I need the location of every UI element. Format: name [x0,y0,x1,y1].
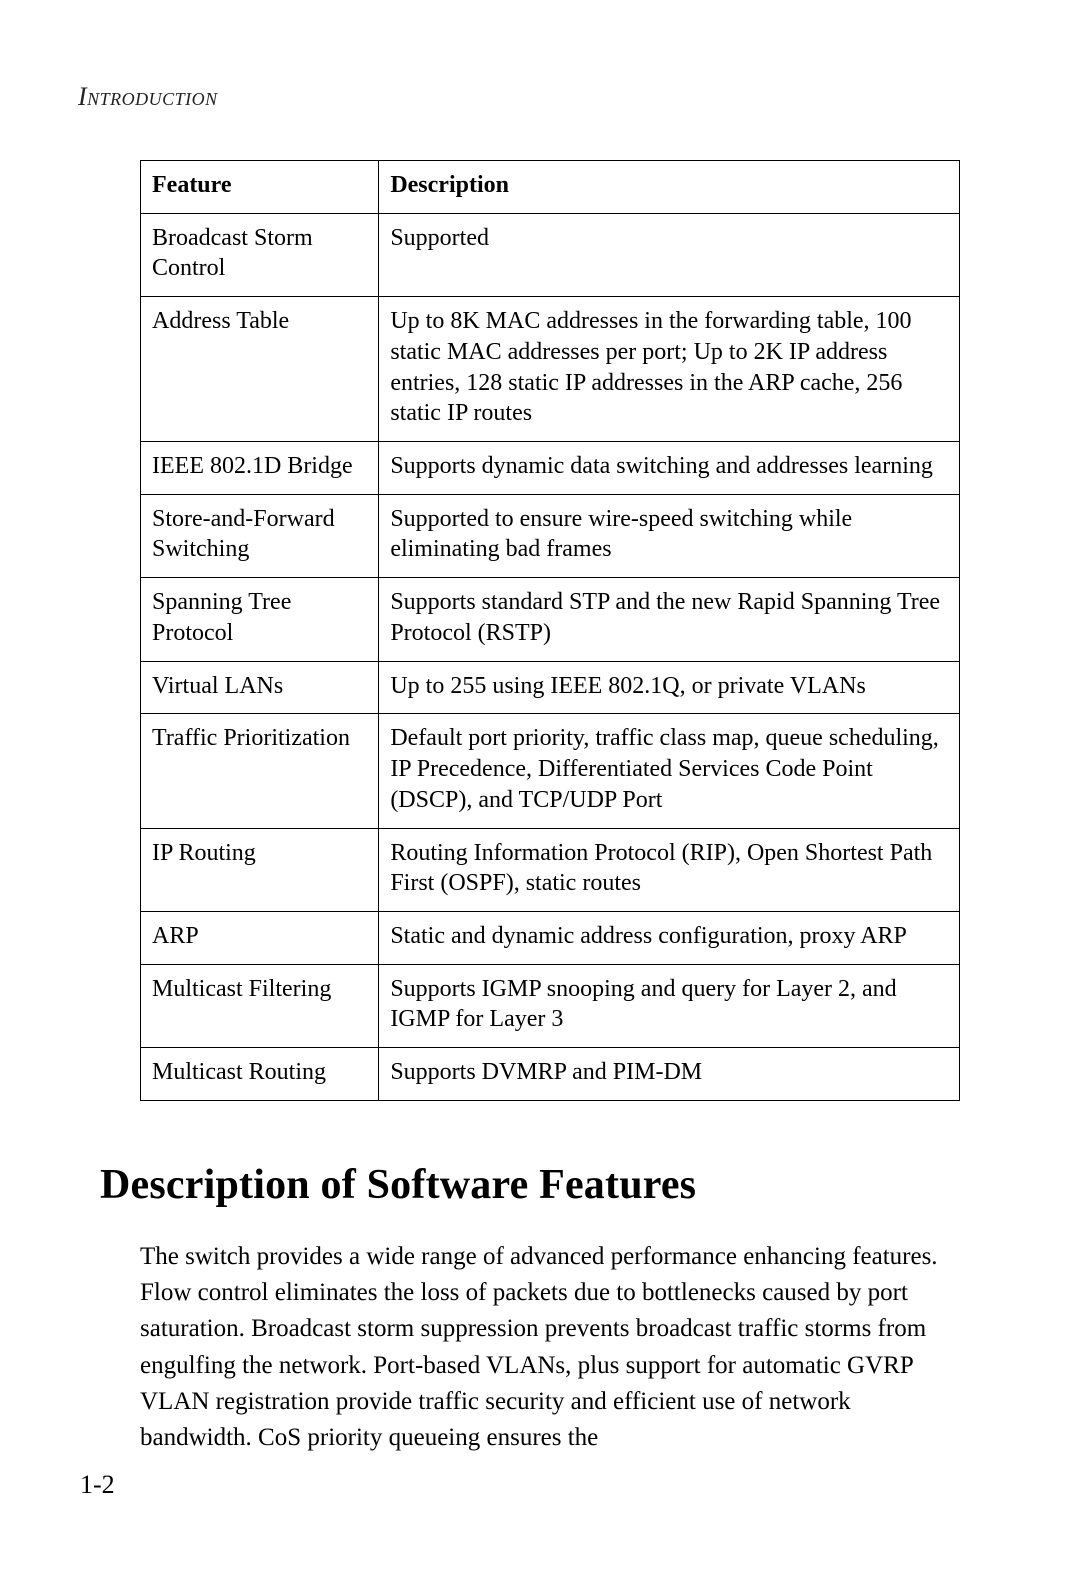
content-area: Feature Description Broadcast Storm Cont… [140,160,960,1456]
cell-description: Supports IGMP snooping and query for Lay… [379,964,960,1047]
table-row: Spanning Tree Protocol Supports standard… [141,578,960,661]
table-row: Multicast Filtering Supports IGMP snoopi… [141,964,960,1047]
cell-feature: IP Routing [141,828,379,911]
table-row: IP Routing Routing Information Protocol … [141,828,960,911]
cell-description: Supports dynamic data switching and addr… [379,442,960,495]
cell-feature: Multicast Routing [141,1048,379,1101]
features-table: Feature Description Broadcast Storm Cont… [140,160,960,1101]
table-row: Address Table Up to 8K MAC addresses in … [141,297,960,442]
cell-feature: ARP [141,911,379,964]
cell-feature: Multicast Filtering [141,964,379,1047]
cell-description: Supports DVMRP and PIM-DM [379,1048,960,1101]
cell-description: Static and dynamic address configuration… [379,911,960,964]
cell-description: Default port priority, traffic class map… [379,714,960,828]
cell-description: Up to 8K MAC addresses in the forwarding… [379,297,960,442]
table-row: Store-and-Forward Switching Supported to… [141,494,960,577]
table-header-row: Feature Description [141,161,960,214]
table-row: Multicast Routing Supports DVMRP and PIM… [141,1048,960,1101]
cell-feature: IEEE 802.1D Bridge [141,442,379,495]
col-header-description: Description [379,161,960,214]
page-number: 1-2 [80,1470,115,1500]
cell-feature: Address Table [141,297,379,442]
body-paragraph: The switch provides a wide range of adva… [140,1239,960,1457]
cell-description: Supports standard STP and the new Rapid … [379,578,960,661]
page: Introduction Feature Description Broadca… [0,0,1080,1570]
section-heading: Description of Software Features [100,1161,960,1209]
table-row: Traffic Prioritization Default port prio… [141,714,960,828]
table-row: Virtual LANs Up to 255 using IEEE 802.1Q… [141,661,960,714]
cell-feature: Virtual LANs [141,661,379,714]
cell-description: Up to 255 using IEEE 802.1Q, or private … [379,661,960,714]
col-header-feature: Feature [141,161,379,214]
running-head: Introduction [78,82,218,112]
table-row: ARP Static and dynamic address configura… [141,911,960,964]
cell-feature: Traffic Prioritization [141,714,379,828]
cell-feature: Store-and-Forward Switching [141,494,379,577]
table-row: Broadcast Storm Control Supported [141,213,960,296]
table-row: IEEE 802.1D Bridge Supports dynamic data… [141,442,960,495]
cell-description: Supported [379,213,960,296]
cell-feature: Spanning Tree Protocol [141,578,379,661]
cell-description: Routing Information Protocol (RIP), Open… [379,828,960,911]
cell-feature: Broadcast Storm Control [141,213,379,296]
cell-description: Supported to ensure wire-speed switching… [379,494,960,577]
